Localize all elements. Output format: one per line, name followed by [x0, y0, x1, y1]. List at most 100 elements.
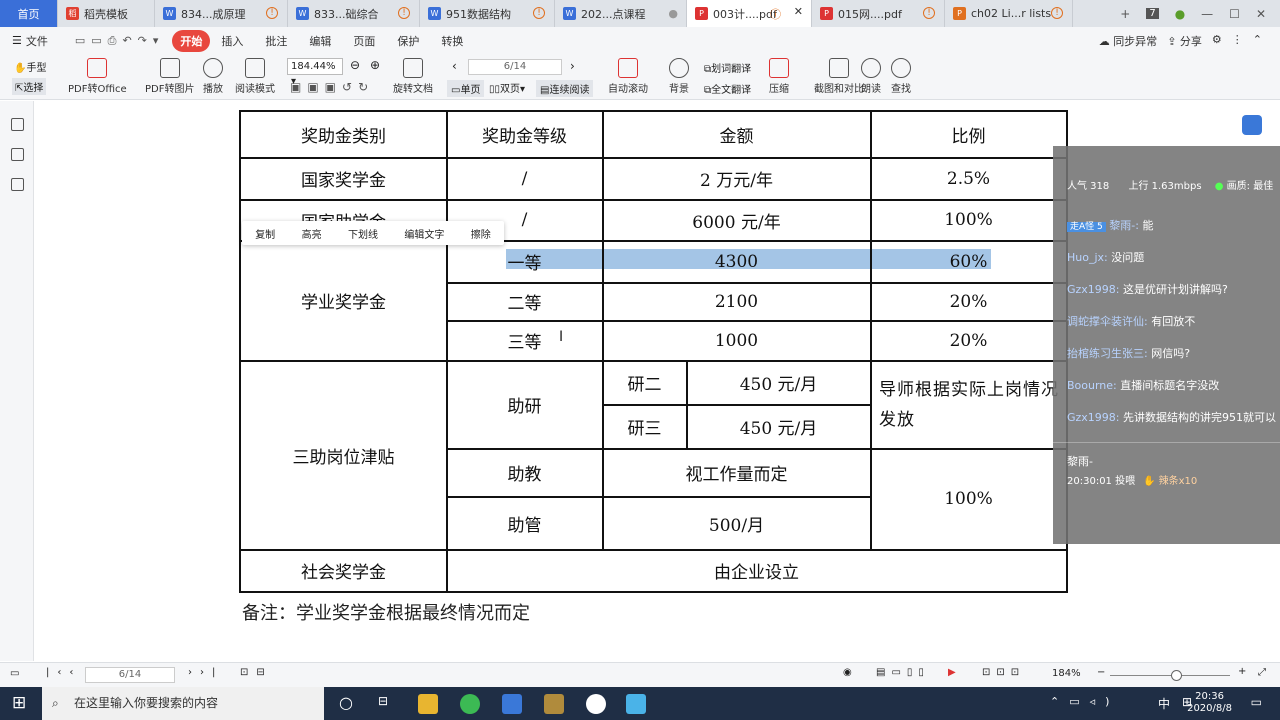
play-icon[interactable]: ▶ — [948, 667, 956, 678]
annotation-icon[interactable] — [11, 178, 24, 191]
thumbnail-icon[interactable] — [11, 148, 24, 161]
hand-tool[interactable]: ✋手型 — [14, 59, 46, 74]
tab-docer[interactable]: 稻稻壳模板 — [58, 0, 155, 27]
next-page-icon[interactable]: › — [570, 59, 575, 73]
app-icon[interactable] — [586, 694, 606, 714]
tab-doc-834[interactable]: W 834...成原理! — [155, 0, 288, 27]
tab-pdf-015[interactable]: P 015网....pdf! — [812, 0, 945, 27]
menu-convert[interactable]: 转换 — [430, 33, 474, 49]
menu-file[interactable]: 文件 — [22, 33, 59, 49]
compress-button[interactable]: 压缩 — [769, 58, 789, 95]
view-mode-icons[interactable]: ▤▭▯▯ — [876, 667, 930, 678]
menu-right: ☁ 同步异常 ⇪ 分享 ⚙ ⋮ ⌃ — [1099, 33, 1262, 49]
page-nav-icons[interactable]: |‹‹ — [46, 667, 81, 678]
fit-icons[interactable]: ⊡⊡⊡ — [982, 667, 1025, 678]
edit-text-button[interactable]: 编辑文字 — [404, 226, 444, 241]
explorer-icon[interactable] — [418, 694, 438, 714]
full-translate-button[interactable]: ⧉全文翻译 — [704, 81, 751, 96]
app-icon[interactable] — [626, 694, 646, 714]
zoom-in-icon[interactable]: + — [1238, 666, 1246, 677]
sidebar-toggle-icon[interactable]: ▭ — [10, 668, 19, 679]
cell-amount: 500/月 — [708, 515, 765, 536]
menu-page[interactable]: 页面 — [342, 33, 386, 49]
cell-amount: 4300 — [714, 251, 759, 272]
single-page-button[interactable]: ▭单页 — [447, 80, 485, 97]
clock[interactable]: 20:36 2020/8/8 — [1187, 691, 1232, 715]
zoom-in-icon[interactable]: ⊕ — [370, 58, 380, 72]
menu-insert[interactable]: 插入 — [210, 33, 254, 49]
ime-indicator[interactable]: 中 — [1158, 695, 1170, 712]
settings-icon[interactable]: ⚙ — [1212, 33, 1222, 49]
eye-protect-icon[interactable]: ◉ — [843, 667, 852, 678]
share-button[interactable]: ⇪ 分享 — [1167, 33, 1202, 49]
menu-protect[interactable]: 保护 — [386, 33, 430, 49]
auto-scroll-button[interactable]: 自动滚动 — [608, 58, 648, 95]
copy-button[interactable]: 复制 — [255, 226, 275, 241]
taskbar-search[interactable]: ⌕ 在这里输入你要搜索的内容 — [42, 687, 324, 720]
header-category: 奖助金类别 — [301, 127, 386, 147]
read-mode-button[interactable]: 阅读模式 — [235, 58, 275, 95]
zoom-slider[interactable] — [1110, 675, 1230, 676]
menu-comment[interactable]: 批注 — [254, 33, 298, 49]
fit-icons[interactable]: ▣▣▣↺↻ — [290, 80, 374, 94]
select-tool[interactable]: ⇱选择 — [12, 78, 47, 95]
tab-count-badge[interactable]: 7 — [1146, 8, 1159, 19]
prev-page-icon[interactable]: ‹ — [452, 59, 457, 73]
microphone-icon — [861, 58, 881, 78]
cell-level: / — [521, 168, 528, 189]
zoom-slider-handle[interactable] — [1171, 670, 1182, 681]
page-input[interactable]: 6/14 — [468, 59, 562, 75]
cortana-icon[interactable]: ○ — [339, 693, 353, 712]
tray-icons[interactable]: ⌃▭◃) — [1050, 695, 1119, 708]
find-button[interactable]: 查找 — [891, 58, 911, 95]
notification-icon[interactable]: ▭ — [1251, 695, 1262, 709]
tab-home[interactable]: 首页 — [0, 0, 58, 27]
zoom-out-icon[interactable]: − — [1097, 667, 1105, 678]
erase-button[interactable]: 擦除 — [471, 226, 491, 241]
add-tab-icon[interactable]: + — [1120, 7, 1130, 21]
page-nav-icons[interactable]: ››| — [188, 667, 223, 678]
status-page-input[interactable]: 6/14 — [85, 667, 175, 683]
play-button[interactable]: 播放 — [203, 58, 223, 95]
read-aloud-button[interactable]: 朗读 — [861, 58, 881, 95]
double-page-button[interactable]: ▯▯双页▾ — [489, 80, 525, 95]
continuous-button[interactable]: ▤连续阅读 — [536, 80, 594, 97]
bookmark-icon[interactable] — [11, 118, 24, 131]
floating-tool-icon[interactable] — [1242, 115, 1262, 135]
status-zoom[interactable]: 184% — [1052, 668, 1081, 679]
sync-status[interactable]: ☁ 同步异常 — [1099, 33, 1158, 49]
more-icon[interactable]: ⋮ — [1232, 33, 1243, 49]
tab-pdf-003[interactable]: P 003计....pdf ⓘ ✕ — [687, 0, 812, 27]
wps-icon[interactable] — [502, 694, 522, 714]
word-translate-button[interactable]: ⧉划词翻译 — [704, 60, 751, 75]
rotate-button[interactable]: 旋转文档 — [393, 58, 433, 95]
menu-start[interactable]: 开始 — [172, 29, 211, 52]
maximize-icon[interactable]: ☐ — [1229, 7, 1240, 21]
tab-ppt-ch02[interactable]: Pch02 Li...r lists! — [945, 0, 1073, 27]
zoom-select[interactable]: 184.44% ▾ — [287, 58, 343, 87]
underline-button[interactable]: 下划线 — [348, 226, 378, 241]
collapse-icon[interactable]: ⌃ — [1253, 33, 1262, 49]
pdf-to-office-button[interactable]: PDF转Office — [68, 58, 127, 95]
avatar[interactable]: ● — [1175, 7, 1185, 21]
quick-access-icons[interactable]: ▭▭⎙↶↷▾ — [75, 34, 165, 48]
screenshot-button[interactable]: 截图和对比 — [814, 58, 864, 95]
minimize-icon[interactable]: — — [1201, 7, 1213, 21]
pdf-to-image-button[interactable]: PDF转图片 — [145, 58, 194, 95]
chrome-icon[interactable] — [460, 694, 480, 714]
menu-edit[interactable]: 编辑 — [298, 33, 342, 49]
fullscreen-icon[interactable]: ⤢ — [1258, 667, 1266, 678]
tab-doc-951[interactable]: W 951数据结构! — [420, 0, 555, 27]
close-icon[interactable]: ✕ — [794, 5, 803, 18]
hamburger-icon[interactable]: ☰ — [12, 34, 22, 47]
close-window-icon[interactable]: ✕ — [1256, 7, 1266, 21]
task-view-icon[interactable]: ⊟ — [378, 694, 388, 708]
windows-start-icon[interactable]: ⊞ — [12, 693, 26, 713]
app-icon[interactable] — [544, 694, 564, 714]
tab-doc-202[interactable]: W 202...点课程 ● — [555, 0, 687, 27]
tab-doc-833[interactable]: W 833...础综合! — [288, 0, 420, 27]
highlight-button[interactable]: 高亮 — [302, 226, 322, 241]
page-tool-icons[interactable]: ⊡⊟ — [240, 667, 273, 678]
zoom-out-icon[interactable]: ⊖ — [350, 58, 360, 72]
background-button[interactable]: 背景 — [669, 58, 689, 95]
